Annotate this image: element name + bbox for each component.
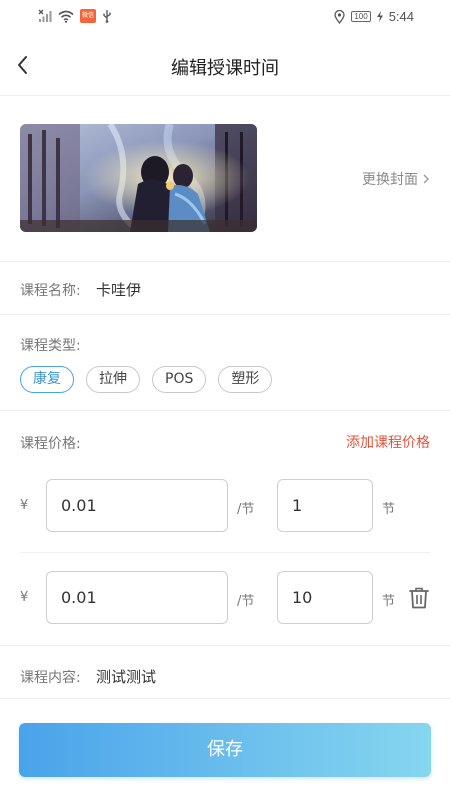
session-unit: 节 (382, 594, 396, 609)
session-count-input[interactable]: 1 (277, 479, 373, 532)
battery-icon: 100 (351, 11, 371, 22)
type-tag-rehab[interactable]: 康复 (20, 366, 74, 393)
session-count-input[interactable]: 10 (277, 571, 373, 624)
cover-section: 更换封面 (0, 96, 450, 262)
save-button[interactable]: 保存 (19, 723, 431, 777)
course-name-label: 课程名称: (20, 283, 81, 299)
price-input[interactable]: 0.01 (46, 571, 228, 624)
status-bar-right: 100 5:44 (334, 9, 414, 24)
per-session-unit: /节 (237, 502, 255, 517)
course-name-value[interactable]: 卡哇伊 (96, 279, 141, 300)
course-content-label: 课程内容: (20, 670, 81, 686)
currency-symbol: ¥ (20, 590, 29, 605)
course-content-row[interactable]: 课程内容: 测试测试 (0, 645, 450, 699)
no-signal-icon (38, 9, 52, 22)
trash-icon (409, 587, 429, 609)
change-cover-button[interactable]: 更换封面 (362, 169, 430, 189)
per-session-unit: /节 (237, 594, 255, 609)
price-input[interactable]: 0.01 (46, 479, 228, 532)
cover-image[interactable] (20, 124, 257, 232)
usb-icon (103, 10, 111, 23)
status-bar: 微信 100 5:44 (0, 0, 450, 34)
battery-level: 100 (354, 12, 368, 21)
currency-symbol: ¥ (20, 498, 29, 513)
cover-illustration (20, 124, 257, 232)
course-type-tags: 康复 拉伸 POS 塑形 (20, 366, 273, 393)
course-type-label: 课程类型: (20, 338, 81, 354)
course-content-value[interactable]: 测试测试 (96, 666, 156, 687)
app-badge-icon: 微信 (80, 9, 96, 23)
change-cover-label: 更换封面 (362, 172, 418, 188)
wifi-icon (58, 10, 74, 23)
type-tag-stretch[interactable]: 拉伸 (86, 366, 140, 393)
type-tag-shaping[interactable]: 塑形 (218, 366, 273, 393)
charging-icon (376, 11, 383, 22)
course-type-row: 课程类型: 康复 拉伸 POS 塑形 (0, 315, 450, 411)
location-icon (334, 9, 345, 24)
course-price-header: 课程价格: 添加课程价格 (0, 411, 450, 461)
course-name-row[interactable]: 课程名称: 卡哇伊 (0, 262, 450, 315)
delete-price-button[interactable] (408, 586, 430, 610)
price-item: ¥ 0.01 /节 10 节 (20, 553, 430, 645)
chevron-right-icon (423, 174, 429, 184)
header: 编辑授课时间 (0, 34, 450, 96)
type-tag-pos[interactable]: POS (152, 366, 207, 393)
add-price-button[interactable]: 添加课程价格 (346, 432, 430, 452)
price-item: ¥ 0.01 /节 1 节 (20, 461, 430, 553)
status-time: 5:44 (388, 9, 414, 24)
page-title: 编辑授课时间 (171, 58, 279, 79)
session-unit: 节 (382, 502, 396, 517)
status-bar-left: 微信 (38, 9, 112, 23)
course-price-label: 课程价格: (20, 436, 81, 452)
